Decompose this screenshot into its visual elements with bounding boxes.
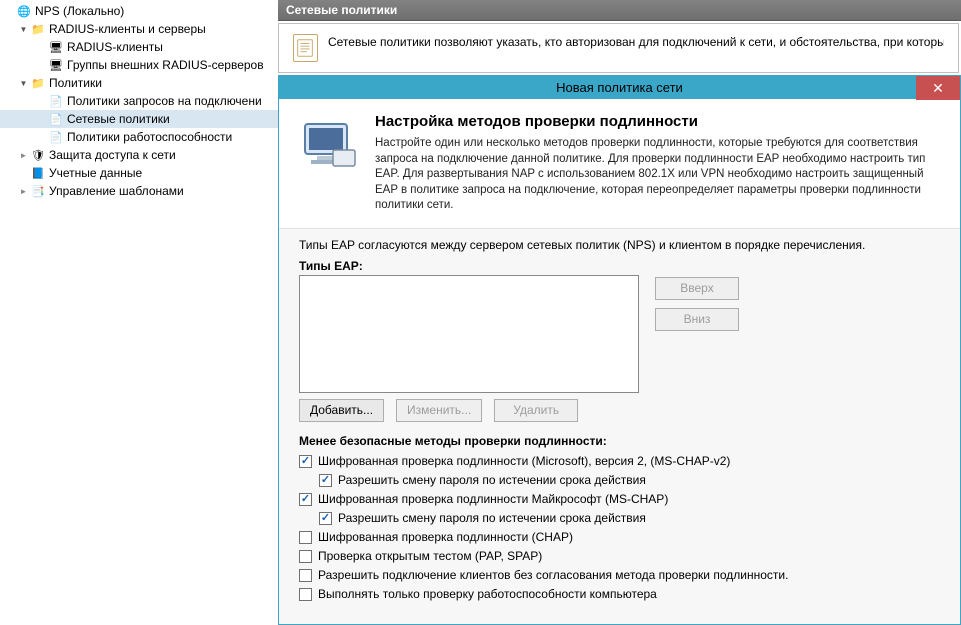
tree-radius-clients[interactable]: 🖥 RADIUS-клиенты bbox=[0, 38, 278, 56]
checkbox-label: Разрешить подключение клиентов без согла… bbox=[318, 568, 788, 582]
header-title: Сетевые политики bbox=[286, 3, 397, 17]
tree-label: Сетевые политики bbox=[67, 112, 170, 126]
tree-policies[interactable]: 📁 Политики bbox=[0, 74, 278, 92]
eap-types-listbox[interactable] bbox=[299, 275, 639, 393]
add-button[interactable]: Добавить... bbox=[299, 399, 384, 422]
tree-label: Политики работоспособности bbox=[67, 130, 232, 144]
globe-icon: 🌐 bbox=[16, 3, 32, 19]
policy-icon: 📄 bbox=[48, 93, 64, 109]
checkbox-icon[interactable] bbox=[299, 455, 312, 468]
checkbox-icon[interactable] bbox=[299, 550, 312, 563]
tree-label: Группы внешних RADIUS-серверов bbox=[67, 58, 264, 72]
checkbox-label: Шифрованная проверка подлинности (Micros… bbox=[318, 454, 730, 468]
tree-label: Защита доступа к сети bbox=[49, 148, 176, 162]
move-down-button[interactable]: Вниз bbox=[655, 308, 739, 331]
servers-icon: 🖥 bbox=[48, 57, 64, 73]
checkbox-label: Выполнять только проверку работоспособно… bbox=[318, 587, 657, 601]
checkbox-icon[interactable] bbox=[299, 588, 312, 601]
move-up-button[interactable]: Вверх bbox=[655, 277, 739, 300]
tree-label: NPS (Локально) bbox=[35, 4, 124, 18]
checkbox-icon[interactable] bbox=[299, 569, 312, 582]
checkbox-label: Разрешить смену пароля по истечении срок… bbox=[338, 473, 646, 487]
wizard-titlebar: Новая политика сети ✕ bbox=[279, 76, 960, 99]
checkbox-mschap-v2[interactable]: Шифрованная проверка подлинности (Micros… bbox=[299, 452, 940, 471]
eap-note: Типы EAP согласуются между сервером сете… bbox=[299, 237, 940, 253]
template-icon: 📑 bbox=[30, 183, 46, 199]
checkbox-health-only[interactable]: Выполнять только проверку работоспособно… bbox=[299, 585, 940, 604]
info-strip: Сетевые политики позволяют указать, кто … bbox=[278, 23, 959, 73]
checkbox-chap[interactable]: Шифрованная проверка подлинности (CHAP) bbox=[299, 528, 940, 547]
tree-label: RADIUS-клиенты и серверы bbox=[49, 22, 206, 36]
wizard-title-text: Новая политика сети bbox=[556, 80, 683, 95]
checkbox-allow-no-auth[interactable]: Разрешить подключение клиентов без согла… bbox=[299, 566, 940, 585]
checkbox-mschap-v2-password[interactable]: Разрешить смену пароля по истечении срок… bbox=[299, 471, 940, 490]
tree-templates[interactable]: 📑 Управление шаблонами bbox=[0, 182, 278, 200]
nav-tree: 🌐 NPS (Локально) 📁 RADIUS-клиенты и серв… bbox=[0, 0, 278, 625]
checkbox-icon[interactable] bbox=[319, 474, 332, 487]
policy-icon: 📄 bbox=[48, 129, 64, 145]
tree-label: Управление шаблонами bbox=[49, 184, 184, 198]
shield-icon: 🛡 bbox=[30, 147, 46, 163]
less-secure-label: Менее безопасные методы проверки подлинн… bbox=[299, 434, 940, 448]
tree-ext-radius[interactable]: 🖥 Группы внешних RADIUS-серверов bbox=[0, 56, 278, 74]
tree-label: Политики bbox=[49, 76, 102, 90]
tree-root[interactable]: 🌐 NPS (Локально) bbox=[0, 2, 278, 20]
checkbox-label: Проверка открытым тестом (PAP, SPAP) bbox=[318, 549, 542, 563]
folder-icon: 📁 bbox=[30, 21, 46, 37]
note-icon bbox=[293, 34, 318, 62]
edit-button[interactable]: Изменить... bbox=[396, 399, 482, 422]
policy-icon: 📄 bbox=[48, 111, 64, 127]
wizard-heading: Настройка методов проверки подлинности bbox=[375, 113, 942, 130]
checkbox-pap-spap[interactable]: Проверка открытым тестом (PAP, SPAP) bbox=[299, 547, 940, 566]
toggle-icon[interactable] bbox=[18, 150, 29, 161]
toggle-icon[interactable] bbox=[18, 186, 29, 197]
wizard-body: Типы EAP согласуются между сервером сете… bbox=[279, 228, 960, 624]
tree-health-policies[interactable]: 📄 Политики работоспособности bbox=[0, 128, 278, 146]
toggle-icon[interactable] bbox=[18, 24, 29, 35]
content-header: Сетевые политики bbox=[278, 0, 961, 21]
monitor-icon bbox=[297, 113, 361, 183]
checkbox-label: Шифрованная проверка подлинности (CHAP) bbox=[318, 530, 573, 544]
wizard-header: Настройка методов проверки подлинности Н… bbox=[279, 99, 960, 228]
checkbox-icon[interactable] bbox=[299, 531, 312, 544]
checkbox-icon[interactable] bbox=[299, 493, 312, 506]
delete-button[interactable]: Удалить bbox=[494, 399, 578, 422]
checkbox-label: Шифрованная проверка подлинности Майкрос… bbox=[318, 492, 668, 506]
book-icon: 📘 bbox=[30, 165, 46, 181]
info-text: Сетевые политики позволяют указать, кто … bbox=[328, 34, 944, 51]
eap-types-label: Типы EAP: bbox=[299, 259, 940, 273]
folder-icon: 📁 bbox=[30, 75, 46, 91]
checkbox-icon[interactable] bbox=[319, 512, 332, 525]
tree-accounting[interactable]: 📘 Учетные данные bbox=[0, 164, 278, 182]
tree-label: RADIUS-клиенты bbox=[67, 40, 163, 54]
close-button[interactable]: ✕ bbox=[916, 76, 960, 100]
tree-label: Учетные данные bbox=[49, 166, 142, 180]
checkbox-mschap-password[interactable]: Разрешить смену пароля по истечении срок… bbox=[299, 509, 940, 528]
tree-label: Политики запросов на подключени bbox=[67, 94, 262, 108]
tree-network-policies[interactable]: 📄 Сетевые политики bbox=[0, 110, 278, 128]
tree-conn-req-policies[interactable]: 📄 Политики запросов на подключени bbox=[0, 92, 278, 110]
checkbox-label: Разрешить смену пароля по истечении срок… bbox=[338, 511, 646, 525]
toggle-icon[interactable] bbox=[18, 78, 29, 89]
server-icon: 🖥 bbox=[48, 39, 64, 55]
tree-nap[interactable]: 🛡 Защита доступа к сети bbox=[0, 146, 278, 164]
wizard-dialog: Новая политика сети ✕ Настройка методов … bbox=[278, 75, 961, 625]
wizard-description: Настройте один или несколько методов про… bbox=[375, 136, 942, 214]
checkbox-mschap[interactable]: Шифрованная проверка подлинности Майкрос… bbox=[299, 490, 940, 509]
tree-radius-group[interactable]: 📁 RADIUS-клиенты и серверы bbox=[0, 20, 278, 38]
